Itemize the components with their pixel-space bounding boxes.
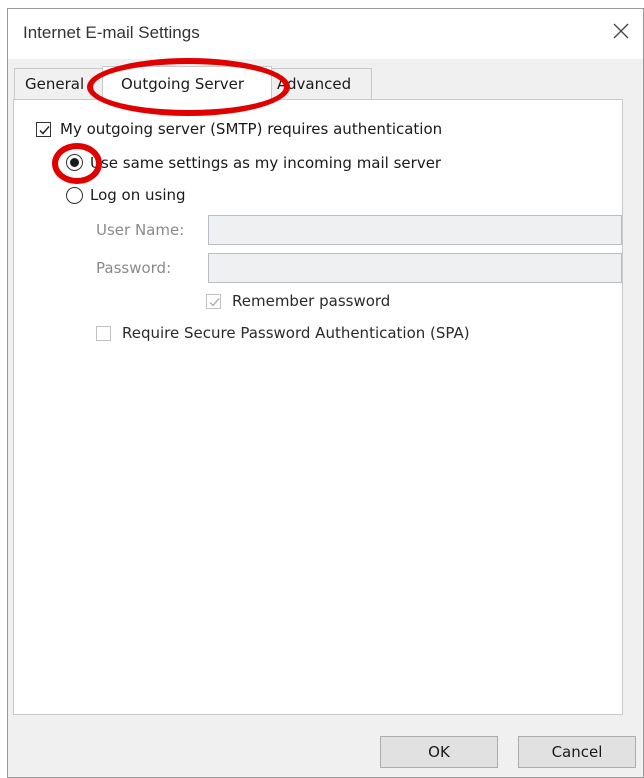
tab-general[interactable]: General [14,68,114,100]
cancel-button[interactable]: Cancel [518,736,636,768]
window-title: Internet E-mail Settings [23,23,200,42]
remember-password-label: Remember password [232,292,391,310]
requires-auth-label: My outgoing server (SMTP) requires authe… [60,120,443,138]
tab-strip: General Advanced Outgoing Server [14,66,614,100]
password-label: Password: [96,259,172,277]
tab-outgoing-server[interactable]: Outgoing Server [102,66,272,100]
same-settings-radio[interactable] [66,154,83,171]
close-icon[interactable] [609,19,633,43]
username-field[interactable] [208,215,622,245]
remember-password-checkbox[interactable] [206,294,221,309]
password-field[interactable] [208,253,622,283]
log-on-using-label: Log on using [90,186,186,204]
title-bar: Internet E-mail Settings [8,9,643,59]
username-label: User Name: [96,221,185,239]
spa-label: Require Secure Password Authentication (… [122,324,470,342]
radio-selected-dot [70,158,79,167]
same-settings-label: Use same settings as my incoming mail se… [90,154,442,172]
ok-button[interactable]: OK [380,736,498,768]
requires-auth-checkbox[interactable] [36,122,51,137]
spa-checkbox[interactable] [96,326,111,341]
tab-advanced[interactable]: Advanced [262,68,372,100]
log-on-using-radio[interactable] [66,187,83,204]
